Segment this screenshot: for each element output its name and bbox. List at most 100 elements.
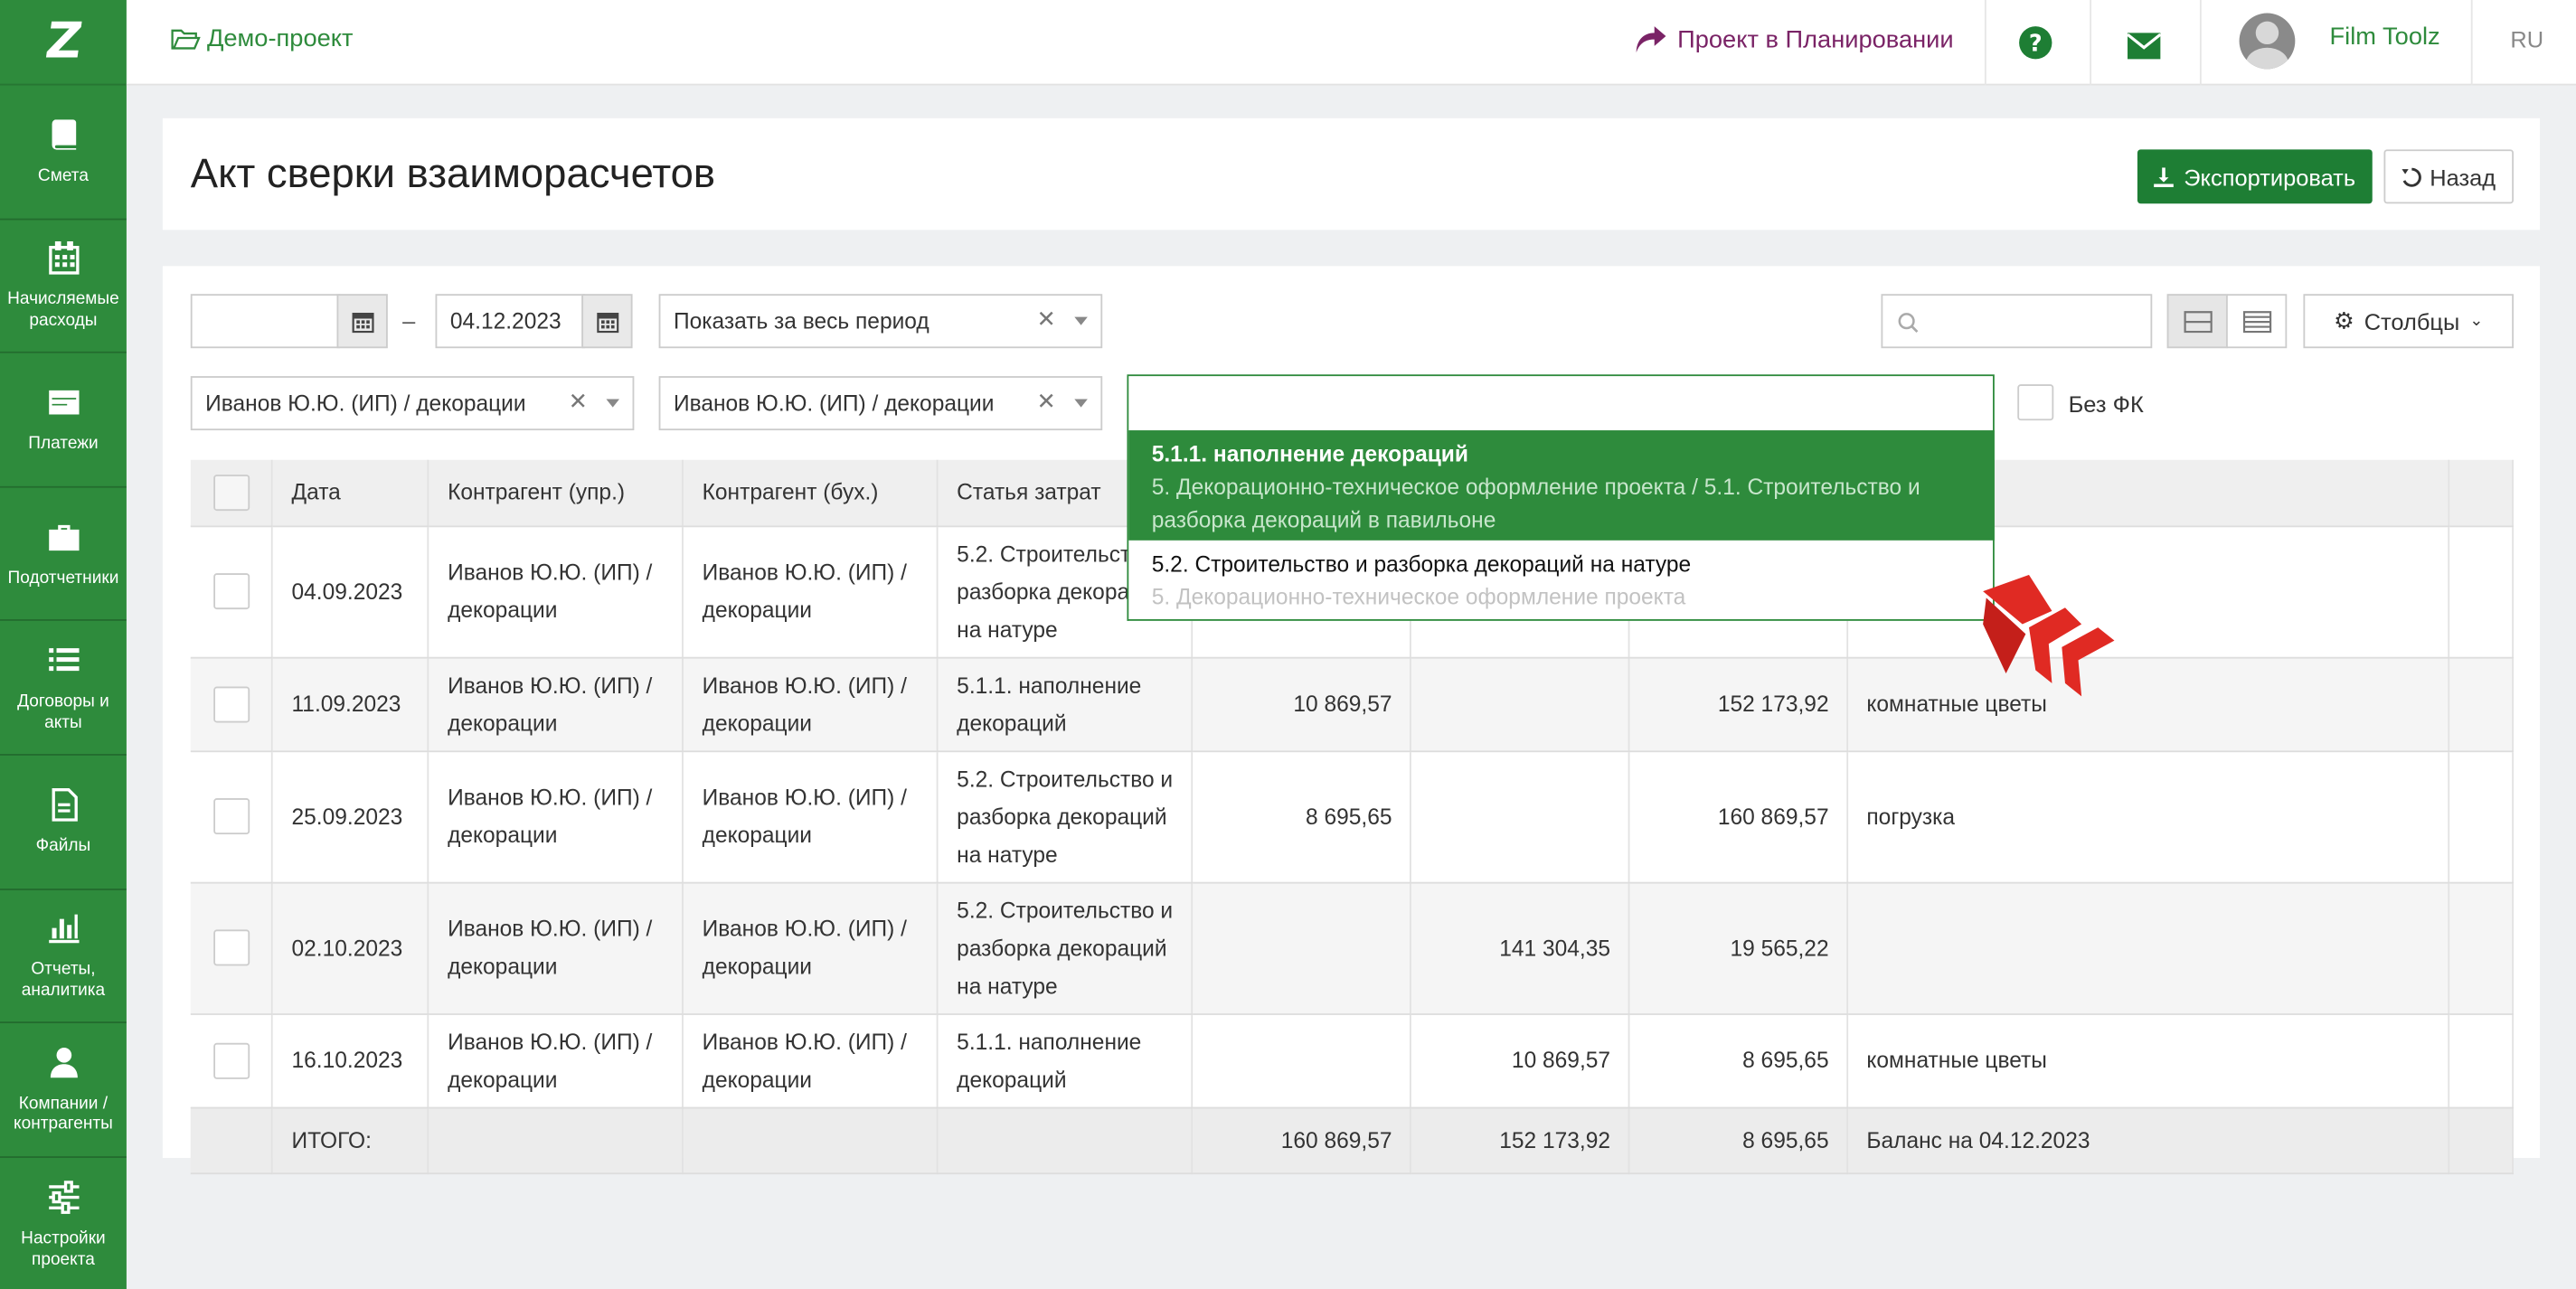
sidebar-item-contracts[interactable]: Договоры и акты [0, 622, 127, 756]
avatar[interactable] [2239, 13, 2296, 70]
counterparty-acc-cell: Иванов Ю.Ю. (ИП) / декорации [683, 1013, 939, 1108]
title-card: Акт сверки взаиморасчетов Экспортировать… [162, 118, 2541, 231]
table-row[interactable]: 02.10.2023 Иванов Ю.Ю. (ИП) / декорации … [190, 881, 2515, 1014]
sidebar-item-files[interactable]: Файлы [0, 756, 127, 890]
table-row[interactable]: 25.09.2023 Иванов Ю.Ю. (ИП) / декорации … [190, 750, 2515, 883]
calendar-icon [596, 312, 618, 333]
row-checkbox[interactable] [212, 685, 250, 722]
rows-wide-icon [2183, 310, 2212, 333]
date-cell: 11.09.2023 [272, 656, 430, 752]
credit-cell [1411, 656, 1630, 752]
download-icon [2154, 166, 2175, 187]
app-logo[interactable]: Z [0, 0, 127, 86]
sidebar-item-label: Файлы [35, 835, 91, 856]
comment-cell: погрузка [1847, 750, 2450, 883]
back-label: Назад [2430, 163, 2496, 190]
debit-cell [1192, 881, 1412, 1014]
column-header-date[interactable]: Дата [272, 459, 430, 527]
no-fk-label: Без ФК [2068, 390, 2144, 418]
language-switch[interactable]: RU [2510, 26, 2543, 52]
columns-button[interactable]: ⚙ Столбцы ⌄ [2303, 294, 2515, 349]
cost-item-cell: 5.2. Строительство и разборка декораций … [938, 750, 1194, 883]
svg-text:?: ? [2029, 29, 2043, 56]
counterparty-mgmt-cell: Иванов Ю.Ю. (ИП) / декорации [429, 656, 684, 752]
dropdown-option[interactable]: 5.1.1. наполнение декораций 5. Декорацио… [1128, 430, 1995, 541]
column-header-counterparty-acc[interactable]: Контрагент (бух.) [683, 459, 939, 527]
view-toggle-compact[interactable] [2166, 294, 2228, 349]
sidebar-item-label: Договоры и акты [17, 692, 109, 732]
back-button[interactable]: Назад [2383, 149, 2515, 204]
user-icon [49, 1047, 77, 1077]
sidebar-item-label: Начисляемые расходы [7, 289, 119, 331]
sidebar-item-companies[interactable]: Компании / контрагенты [0, 1023, 127, 1158]
date-range-dash: – [402, 306, 416, 334]
select-all-cell [190, 459, 274, 527]
app-root: Z Смета Начисляемые расходы Платежи Подо… [0, 0, 2576, 1289]
balance-cell: 160 869,57 [1628, 750, 1849, 883]
date-to-input[interactable]: 04.12.2023 [435, 294, 585, 349]
row-checkbox[interactable] [212, 798, 250, 835]
plan-link[interactable]: Проект в Планировании [1635, 24, 1954, 54]
balance-cell: 152 173,92 [1628, 656, 1849, 752]
debit-cell: 8 695,65 [1192, 750, 1412, 883]
counterparty-mgmt-cell: Иванов Ю.Ю. (ИП) / декорации [429, 750, 684, 883]
table-row[interactable]: 11.09.2023 Иванов Ю.Ю. (ИП) / декорации … [190, 656, 2515, 752]
chevron-down-icon[interactable] [1074, 316, 1088, 325]
plan-link-label: Проект в Планировании [1677, 25, 1954, 54]
dropdown-option[interactable]: 5.2. Строительство и разборка декораций … [1128, 541, 1995, 619]
counterparty-acc-cell: Иванов Ю.Ю. (ИП) / декорации [683, 525, 939, 658]
export-button[interactable]: Экспортировать [2137, 149, 2373, 204]
project-link[interactable]: Демо-проект [171, 24, 353, 52]
debit-cell: 10 869,57 [1192, 656, 1412, 752]
column-header-counterparty-mgmt[interactable]: Контрагент (упр.) [429, 459, 684, 527]
credit-cell [1411, 750, 1630, 883]
user-name[interactable]: Film Toolz [2330, 23, 2440, 51]
sidebar-item-estimate[interactable]: Смета [0, 85, 127, 220]
date-cell: 04.09.2023 [272, 525, 430, 658]
comment-cell: комнатные цветы [1847, 656, 2450, 752]
page-title: Акт сверки взаиморасчетов [190, 151, 716, 198]
option-path: 5. Декорационно-техническое оформление п… [1151, 475, 1920, 532]
period-clear-icon[interactable]: ✕ [1037, 306, 1056, 334]
sidebar: Z Смета Начисляемые расходы Платежи Подо… [0, 0, 127, 1289]
search-input[interactable] [1881, 294, 2153, 349]
chevron-down-icon[interactable] [606, 399, 620, 408]
sidebar-item-settings[interactable]: Настройки проекта [0, 1158, 127, 1289]
chevron-down-icon: ⌄ [2469, 312, 2484, 331]
columns-label: Столбцы [2364, 307, 2460, 334]
chevron-down-icon[interactable] [1074, 399, 1088, 408]
sidebar-item-payments[interactable]: Платежи [0, 353, 127, 488]
sidebar-item-reports[interactable]: Отчеты, аналитика [0, 889, 127, 1024]
date-to-calendar-button[interactable] [581, 294, 633, 349]
counterparty-acc-cell: Иванов Ю.Ю. (ИП) / декорации [683, 750, 939, 883]
share-arrow-icon [1636, 26, 1666, 53]
counterparty-mgmt-cell: Иванов Ю.Ю. (ИП) / декорации [429, 1013, 684, 1108]
cost-item-search-input[interactable] [1127, 374, 1995, 432]
counterparty-mgmt-clear-icon[interactable]: ✕ [569, 388, 588, 416]
topbar: Демо-проект Проект в Планировании ? Film… [126, 0, 2576, 86]
mail-icon[interactable] [2126, 28, 2162, 64]
no-fk-checkbox[interactable] [2017, 384, 2054, 421]
sidebar-item-label: Настройки проекта [21, 1228, 106, 1269]
book-icon [51, 119, 76, 150]
date-from-calendar-button[interactable] [336, 294, 388, 349]
row-checkbox[interactable] [212, 1041, 250, 1078]
cost-item-cell: 5.1.1. наполнение декораций [938, 1013, 1194, 1108]
help-icon[interactable]: ? [2017, 24, 2053, 61]
sidebar-item-accountable[interactable]: Подотчетники [0, 487, 127, 622]
counterparty-mgmt-value: Иванов Ю.Ю. (ИП) / декорации [205, 390, 526, 416]
counterparty-acc-clear-icon[interactable]: ✕ [1037, 388, 1056, 416]
search-icon [1898, 313, 1919, 333]
date-from-input[interactable] [190, 294, 341, 349]
file-icon [51, 787, 77, 822]
period-select-value: Показать за весь период [673, 308, 929, 334]
table-row[interactable]: 16.10.2023 Иванов Ю.Ю. (ИП) / декорации … [190, 1013, 2515, 1108]
undo-icon [2401, 166, 2421, 186]
sidebar-item-accrued[interactable]: Начисляемые расходы [0, 220, 127, 353]
divider [2470, 0, 2473, 86]
select-all-checkbox[interactable] [212, 474, 250, 511]
divider [1984, 0, 1986, 86]
view-toggle-dense[interactable] [2226, 294, 2288, 349]
row-checkbox[interactable] [212, 573, 250, 610]
row-checkbox[interactable] [212, 929, 250, 966]
